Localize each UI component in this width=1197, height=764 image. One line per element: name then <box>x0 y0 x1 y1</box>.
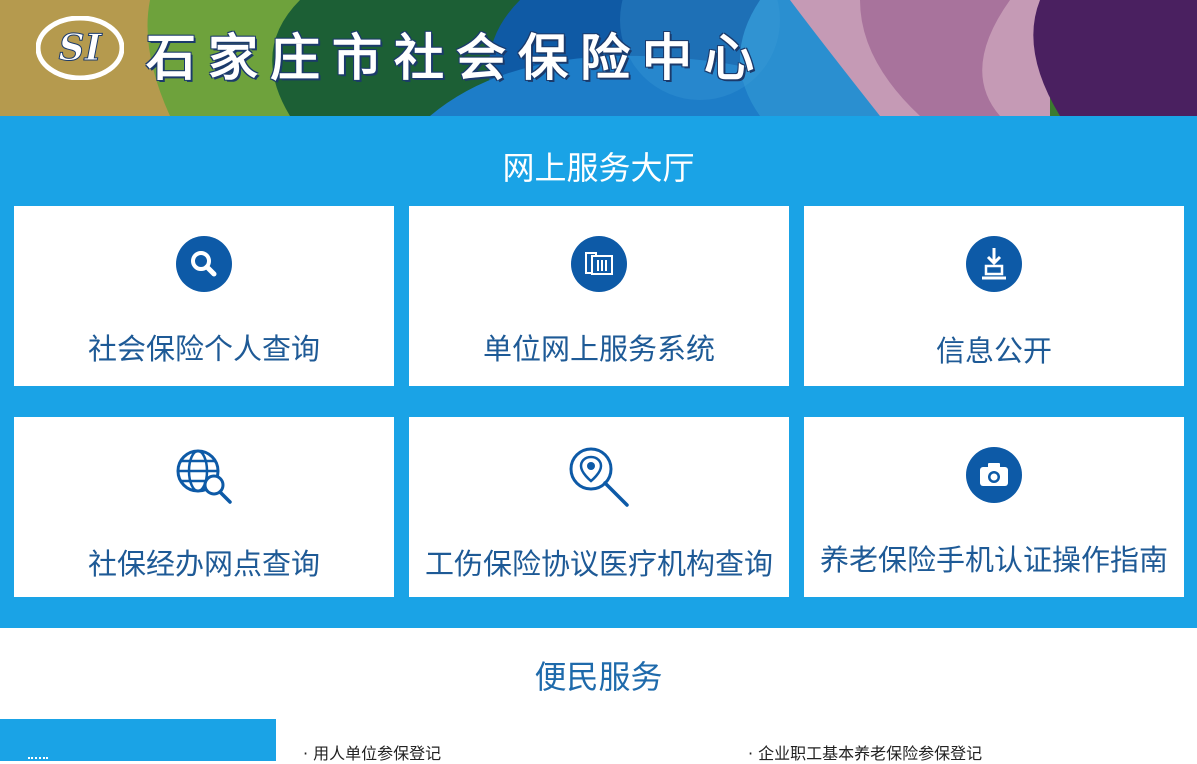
card-injury-medical-query[interactable]: 工伤保险协议医疗机构查询 <box>409 417 789 597</box>
card-label: 单位网上服务系统 <box>482 332 715 366</box>
camera-icon <box>966 447 1022 503</box>
si-logo: SI <box>36 16 124 80</box>
card-unit-online-system[interactable]: 单位网上服务系统 <box>409 206 789 386</box>
sidebar-mark <box>28 757 48 763</box>
card-label: 社会保险个人查询 <box>87 332 320 366</box>
card-label: 信息公开 <box>935 334 1052 368</box>
location-search-icon <box>569 447 629 507</box>
card-office-locator[interactable]: 社保经办网点查询 <box>14 417 394 597</box>
site-title: 石家庄市社会保险中心 <box>146 28 766 87</box>
card-label: 工伤保险协议医疗机构查询 <box>424 547 773 581</box>
card-pension-mobile-guide[interactable]: 养老保险手机认证操作指南 <box>804 417 1184 597</box>
download-tray-icon <box>966 236 1022 292</box>
svg-text:SI: SI <box>59 27 103 69</box>
documents-icon <box>571 236 627 292</box>
link-pension-registration[interactable]: · 企业职工基本养老保险参保登记 <box>748 740 982 764</box>
card-info-disclosure[interactable]: 信息公开 <box>804 206 1184 386</box>
card-label: 社保经办网点查询 <box>87 547 320 581</box>
services-hall: 网上服务大厅 社会保险个人查询 单位网上服务系统 信息公开 社保经办网点查询 工… <box>0 116 1197 628</box>
link-employer-registration[interactable]: · 用人单位参保登记 <box>303 740 441 764</box>
card-personal-query[interactable]: 社会保险个人查询 <box>14 206 394 386</box>
convenience-sidebar-tab[interactable] <box>0 719 276 761</box>
search-icon <box>176 236 232 292</box>
header-banner: SI 石家庄市社会保险中心 <box>0 0 1197 116</box>
globe-search-icon <box>176 449 232 504</box>
convenience-title: 便民服务 <box>534 658 663 696</box>
hall-title: 网上服务大厅 <box>502 149 695 187</box>
card-label: 养老保险手机认证操作指南 <box>819 543 1168 577</box>
